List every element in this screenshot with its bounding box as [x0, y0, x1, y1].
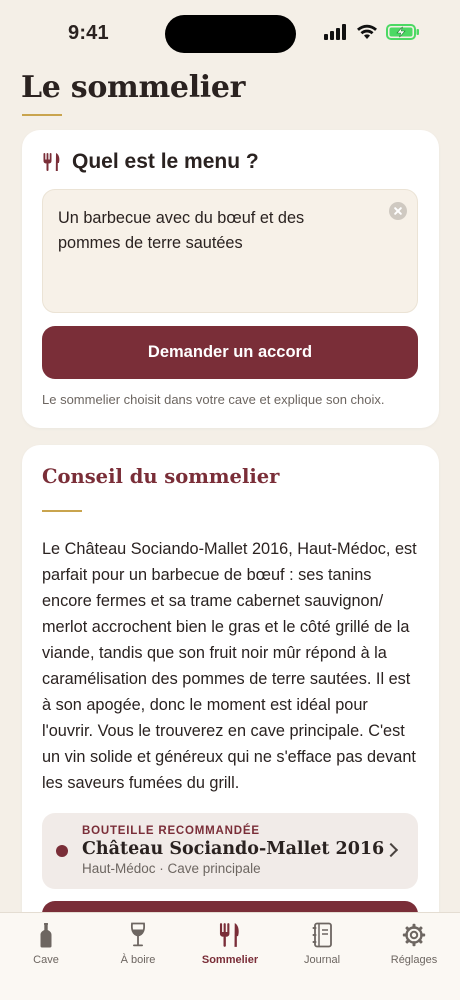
- journal-icon: [311, 921, 333, 949]
- tab-label: Sommelier: [201, 954, 259, 966]
- tab-label: Journal: [303, 954, 341, 966]
- advice-card: Conseil du sommelier Le Château Sociando…: [22, 445, 439, 965]
- advice-text: Le Château Sociando-Mallet 2016, Haut-Mé…: [42, 540, 417, 792]
- recommended-bottle-row[interactable]: BOUTEILLE RECOMMANDÉE Château Sociando-M…: [42, 813, 418, 889]
- tab-journal[interactable]: Journal: [276, 921, 368, 973]
- dynamic-island: [165, 15, 296, 53]
- wine-color-dot: [56, 845, 68, 857]
- clear-icon[interactable]: [389, 202, 407, 220]
- tab-sommelier[interactable]: Sommelier: [184, 921, 276, 973]
- title-underline: [22, 114, 62, 116]
- tab-a-boire[interactable]: À boire: [92, 921, 184, 973]
- bottle-icon: [39, 921, 53, 949]
- tab-label: Réglages: [390, 954, 438, 966]
- tab-reglages[interactable]: Réglages: [368, 921, 460, 973]
- advice-title: Conseil du sommelier: [42, 465, 280, 488]
- ask-pairing-button[interactable]: Demander un accord: [42, 326, 418, 379]
- tab-bar: Cave À boire Sommelier Journal Réglages: [0, 912, 460, 1000]
- menu-input[interactable]: Un barbecue avec du bœuf et des pommes d…: [42, 189, 418, 313]
- tab-cave[interactable]: Cave: [0, 921, 92, 973]
- battery-charging-icon: [386, 24, 419, 40]
- bottle-meta: Haut-Médoc · Cave principale: [82, 861, 261, 876]
- advice-underline: [42, 510, 82, 512]
- menu-card: Quel est le menu ? Un barbecue avec du b…: [22, 130, 439, 428]
- fork-knife-icon: [43, 153, 60, 171]
- chevron-right-icon: [383, 842, 399, 858]
- page-title: Le sommelier: [21, 70, 246, 105]
- bottle-eyebrow: BOUTEILLE RECOMMANDÉE: [82, 825, 260, 837]
- bottle-name: Château Sociando-Mallet 2016: [82, 839, 385, 859]
- status-time: 9:41: [68, 22, 109, 44]
- wine-glass-icon: [129, 921, 147, 949]
- menu-heading: Quel est le menu ?: [42, 150, 259, 174]
- tab-label: Cave: [33, 954, 59, 966]
- status-bar: 9:41: [0, 0, 460, 66]
- status-icons: [324, 24, 420, 40]
- tab-label: À boire: [120, 954, 156, 966]
- cellular-signal-icon: [324, 24, 346, 40]
- menu-input-value: Un barbecue avec du bœuf et des pommes d…: [58, 209, 305, 252]
- menu-hint: Le sommelier choisit dans votre cave et …: [42, 392, 385, 407]
- gear-icon: [402, 921, 426, 949]
- menu-heading-text: Quel est le menu ?: [72, 150, 259, 173]
- fork-knife-icon: [218, 921, 242, 949]
- wifi-icon: [357, 24, 377, 39]
